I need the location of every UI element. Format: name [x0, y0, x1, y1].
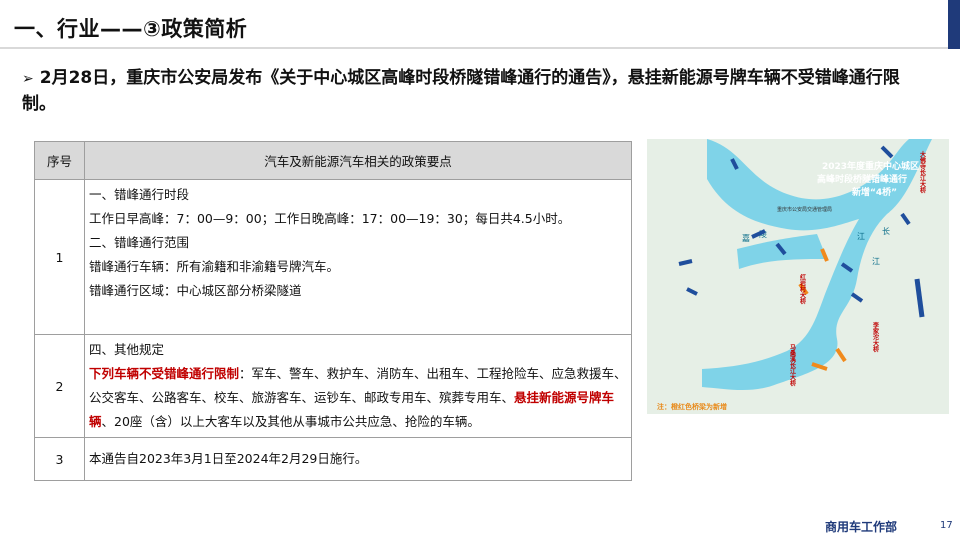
policy-line: 错峰通行区域：中心城区部分桥梁隧道 [89, 283, 302, 298]
headline-text: 2月28日，重庆市公安局发布《关于中心城区高峰时段桥隧错峰通行的通告》，悬挂新能… [22, 68, 900, 114]
page-title: 一、行业——③政策简析 [14, 17, 248, 41]
table-header-row: 序号 汽车及新能源汽车相关的政策要点 [34, 141, 632, 180]
title-divider [0, 47, 960, 49]
exempt-list-tail: 、20座（含）以上大客车以及其他从事城市公共应急、抢险的车辆。 [101, 414, 480, 429]
table-row: 3 本通告自2023年3月1日至2024年2月29日施行。 [34, 437, 632, 481]
bridge-label-hongyancun: 红岩村大桥 [799, 273, 807, 305]
map-title-line1: 2023年度重庆中心城区 [822, 160, 919, 172]
policy-line: 二、错峰通行范围 [89, 235, 190, 250]
row-content: 四、其他规定 下列车辆不受错峰通行限制：军车、警车、救护车、消防车、出租车、工程… [84, 334, 632, 438]
river-label-chang: 长 [882, 226, 890, 236]
river-label-jiang-2: 江 [872, 257, 880, 266]
bridge-label-lijiatuo: 李家沱大桥 [872, 321, 880, 353]
policy-line: 四、其他规定 [89, 342, 165, 357]
policy-line: 工作日早高峰：7：00—9：00；工作日晚高峰：17：00—19：30；每日共4… [89, 211, 571, 226]
row-number: 2 [34, 334, 85, 438]
map-agency: 重庆市公安局交通管理局 [777, 206, 832, 213]
table-row: 1 一、错峰通行时段 工作日早高峰：7：00—9：00；工作日晚高峰：17：00… [34, 179, 632, 335]
row-number: 1 [34, 179, 85, 335]
header-index: 序号 [34, 141, 85, 180]
footer-department: 商用车工作部 [825, 520, 898, 534]
title-accent-bar [948, 0, 960, 49]
river-label-jialing-1: 嘉 [742, 233, 750, 243]
row-content: 一、错峰通行时段 工作日早高峰：7：00—9：00；工作日晚高峰：17：00—1… [84, 179, 632, 335]
bridge-label-masangxi: 马桑溪长江大桥 [789, 343, 797, 387]
table-row: 2 四、其他规定 下列车辆不受错峰通行限制：军车、警车、救护车、消防车、出租车、… [34, 334, 632, 438]
river-label-jiang-1: 江 [857, 232, 865, 241]
policy-table: 序号 汽车及新能源汽车相关的政策要点 1 一、错峰通行时段 工作日早高峰：7：0… [34, 141, 632, 481]
bridge-map: 2023年度重庆中心城区 高峰时段桥隧错峰通行 新增“4桥” 重庆市公安局交通管… [647, 139, 949, 414]
row-content: 本通告自2023年3月1日至2024年2月29日施行。 [84, 437, 632, 481]
map-title-line3: 新增“4桥” [852, 186, 897, 198]
highlight-exempt: 下列车辆不受错峰通行限制 [89, 366, 240, 381]
policy-line: 一、错峰通行时段 [89, 187, 190, 202]
bullet-arrow-icon: ➢ [22, 71, 34, 87]
policy-paragraph: 下列车辆不受错峰通行限制：军车、警车、救护车、消防车、出租车、工程抢险车、应急救… [89, 362, 627, 434]
bridge-label-dafosi: 大佛寺长江大桥 [919, 150, 927, 194]
row-number: 3 [34, 437, 85, 481]
headline: ➢ 2月28日，重庆市公安局发布《关于中心城区高峰时段桥隧错峰通行的通告》，悬挂新… [22, 66, 932, 117]
page-number: 17 [940, 520, 953, 531]
header-policy: 汽车及新能源汽车相关的政策要点 [84, 141, 632, 180]
policy-line: 错峰通行车辆：所有渝籍和非渝籍号牌汽车。 [89, 259, 340, 274]
map-title-line2: 高峰时段桥隧错峰通行 [817, 173, 907, 185]
map-note: 注：橙红色桥梁为新增 [657, 402, 727, 411]
